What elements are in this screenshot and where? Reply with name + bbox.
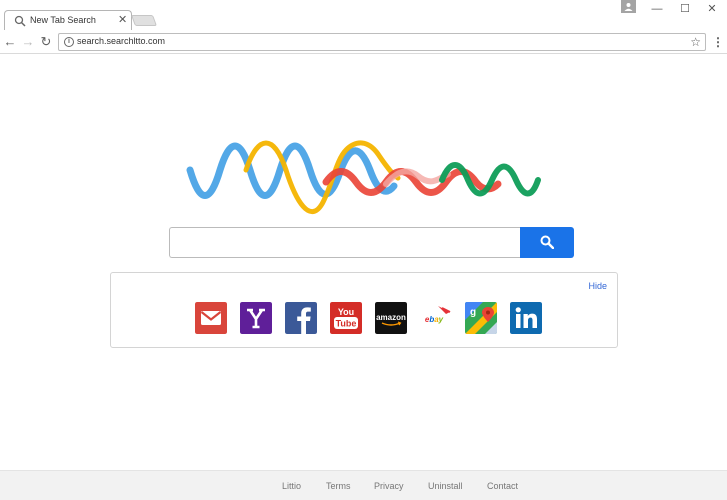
svg-text:Tube: Tube bbox=[336, 319, 357, 329]
close-window-button[interactable]: ✕ bbox=[702, 2, 722, 16]
search-input[interactable] bbox=[169, 227, 521, 258]
search-bar bbox=[169, 227, 574, 258]
browser-menu-button[interactable]: ⋮ bbox=[712, 34, 724, 50]
yahoo-shortcut[interactable] bbox=[240, 302, 272, 334]
minimize-button[interactable]: — bbox=[647, 2, 667, 16]
back-button[interactable]: ← bbox=[2, 34, 18, 50]
user-icon bbox=[624, 3, 633, 11]
tab-title: New Tab Search bbox=[30, 15, 96, 25]
svg-text:g: g bbox=[470, 307, 476, 318]
gmail-icon bbox=[195, 302, 227, 334]
forward-button[interactable]: → bbox=[20, 34, 36, 50]
url-text[interactable]: search.searchltto.com bbox=[77, 36, 165, 46]
reload-button[interactable]: ↻ bbox=[38, 34, 54, 50]
footer: Littio Terms Privacy Uninstall Contact bbox=[0, 470, 727, 500]
ebay-icon: ebay bbox=[420, 302, 452, 334]
gmail-shortcut[interactable] bbox=[195, 302, 227, 334]
hide-shortcuts-link[interactable]: Hide bbox=[588, 281, 607, 291]
shortcuts-panel: Hide You Tube amazon ebay g bbox=[110, 272, 618, 348]
google-maps-icon: g bbox=[465, 302, 497, 334]
bookmark-star-icon[interactable]: ☆ bbox=[690, 34, 701, 50]
yahoo-icon bbox=[240, 302, 272, 334]
footer-link-littio[interactable]: Littio bbox=[282, 481, 301, 491]
search-button[interactable] bbox=[520, 227, 574, 258]
facebook-icon bbox=[285, 302, 317, 334]
svg-text:ebay: ebay bbox=[425, 315, 444, 324]
search-icon bbox=[540, 235, 554, 249]
facebook-shortcut[interactable] bbox=[285, 302, 317, 334]
amazon-shortcut[interactable]: amazon bbox=[375, 302, 407, 334]
amazon-icon: amazon bbox=[375, 302, 407, 334]
maximize-button[interactable]: ☐ bbox=[675, 2, 695, 16]
svg-text:amazon: amazon bbox=[376, 313, 406, 322]
browser-tab[interactable]: New Tab Search ✕ bbox=[4, 10, 132, 31]
footer-link-contact[interactable]: Contact bbox=[487, 481, 518, 491]
ebay-shortcut[interactable]: ebay bbox=[420, 302, 452, 334]
wave-logo bbox=[186, 140, 541, 215]
address-bar[interactable]: i search.searchltto.com ☆ bbox=[58, 33, 706, 51]
google-maps-shortcut[interactable]: g bbox=[465, 302, 497, 334]
linkedin-shortcut[interactable] bbox=[510, 302, 542, 334]
youtube-icon: You Tube bbox=[330, 302, 362, 334]
user-profile-button[interactable] bbox=[621, 0, 636, 13]
tab-close-icon[interactable]: ✕ bbox=[118, 13, 127, 27]
info-icon[interactable]: i bbox=[64, 37, 74, 47]
linkedin-icon bbox=[510, 302, 542, 334]
footer-link-terms[interactable]: Terms bbox=[326, 481, 351, 491]
browser-toolbar: ← → ↻ i search.searchltto.com ☆ ⋮ bbox=[0, 30, 727, 54]
browser-titlebar: New Tab Search ✕ — ☐ ✕ bbox=[0, 0, 727, 31]
new-tab-button[interactable] bbox=[130, 15, 158, 26]
svg-text:You: You bbox=[338, 307, 354, 317]
footer-link-uninstall[interactable]: Uninstall bbox=[428, 481, 463, 491]
footer-link-privacy[interactable]: Privacy bbox=[374, 481, 404, 491]
youtube-shortcut[interactable]: You Tube bbox=[330, 302, 362, 334]
search-icon bbox=[14, 15, 26, 27]
